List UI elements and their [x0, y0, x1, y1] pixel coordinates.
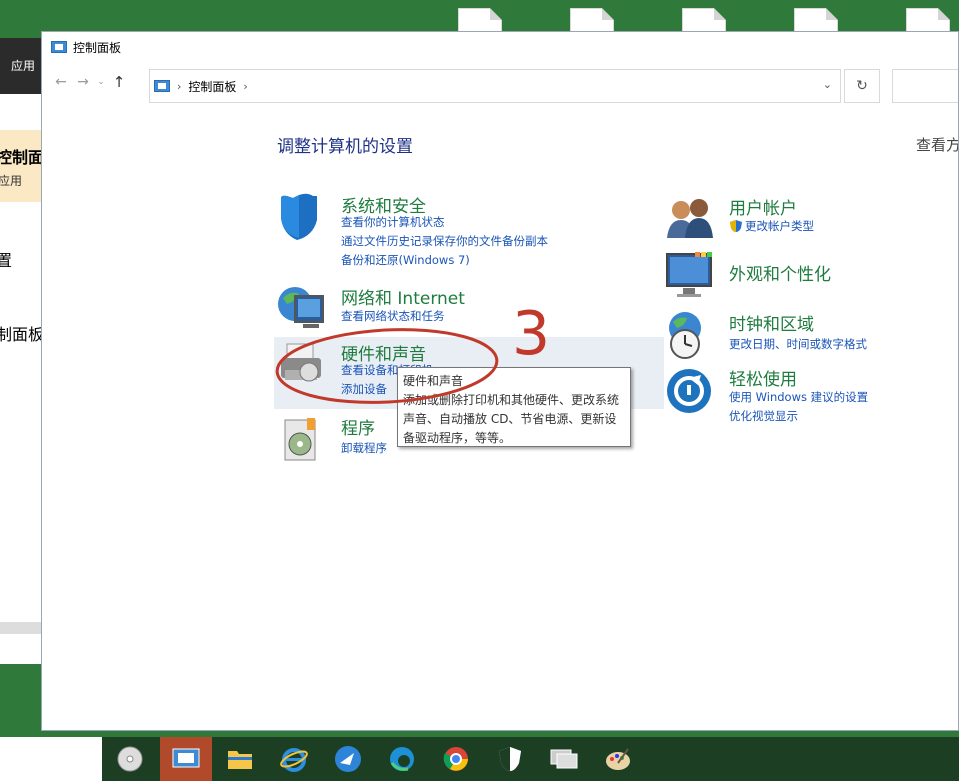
bg-item-apps[interactable]: 应用	[0, 172, 22, 189]
address-bar[interactable]: › 控制面板 › ⌄	[149, 69, 841, 103]
file-explorer-icon[interactable]	[224, 743, 256, 775]
bg-item-control-panel-2[interactable]: 制面板	[0, 321, 43, 345]
uac-shield-icon	[730, 220, 742, 232]
network-monitor-icon[interactable]	[548, 743, 580, 775]
taskbar	[0, 737, 959, 781]
search-input[interactable]	[892, 69, 958, 103]
appearance-monitor-icon[interactable]	[665, 250, 717, 300]
forward-arrow-icon[interactable]: →	[72, 74, 94, 90]
address-dropdown-icon[interactable]: ⌄	[823, 78, 832, 91]
paint-icon[interactable]	[602, 743, 634, 775]
disc-icon[interactable]	[114, 743, 146, 775]
control-panel-taskbar-icon[interactable]	[170, 743, 202, 775]
link-optimize-visual[interactable]: 优化视觉显示	[729, 408, 798, 424]
users-icon[interactable]	[665, 194, 717, 244]
bird-icon[interactable]	[332, 743, 364, 775]
category-title-ease-access[interactable]: 轻松使用	[729, 365, 797, 390]
link-change-account-type[interactable]: 更改帐户类型	[745, 218, 814, 234]
link-add-device[interactable]: 添加设备	[341, 381, 387, 397]
link-network-status[interactable]: 查看网络状态和任务	[341, 308, 445, 324]
ease-of-access-icon[interactable]	[665, 365, 717, 415]
page-heading: 调整计算机的设置	[277, 137, 413, 157]
control-panel-window: 控制面板 ← → ⌄ ↑ › 控制面板 › ⌄ ↻ 调整计算机的设置 查看方 系…	[41, 31, 959, 731]
control-panel-icon	[51, 41, 67, 53]
view-by-label[interactable]: 查看方	[916, 134, 958, 155]
shield-icon[interactable]	[277, 192, 329, 242]
edge-icon[interactable]	[386, 743, 418, 775]
title-bar: 控制面板	[42, 32, 958, 62]
link-uninstall-program[interactable]: 卸载程序	[341, 440, 387, 456]
link-backup-restore[interactable]: 备份和还原(Windows 7)	[341, 252, 470, 268]
taskbar-search-area[interactable]	[0, 737, 102, 781]
hardware-sound-tooltip: 硬件和声音 添加或删除打印机和其他硬件、更改系统声音、自动播放 CD、节省电源、…	[397, 367, 631, 447]
tooltip-title: 硬件和声音	[403, 374, 464, 388]
link-change-date-time[interactable]: 更改日期、时间或数字格式	[729, 336, 867, 352]
security-shield-icon[interactable]	[494, 743, 526, 775]
back-arrow-icon[interactable]: ←	[50, 74, 72, 90]
ie-icon[interactable]	[278, 743, 310, 775]
network-globe-icon[interactable]	[277, 284, 329, 334]
window-title: 控制面板	[73, 40, 122, 55]
refresh-icon: ↻	[856, 78, 868, 94]
programs-box-icon[interactable]	[277, 414, 329, 464]
bg-window-header: 应用	[0, 38, 43, 94]
link-view-computer-status[interactable]: 查看你的计算机状态	[341, 214, 445, 230]
link-windows-recommended[interactable]: 使用 Windows 建议的设置	[729, 389, 868, 405]
background-settings-window: 应用 控制面 应用 置 制面板	[0, 38, 44, 664]
recent-dropdown-icon[interactable]: ⌄	[94, 77, 108, 87]
address-control-panel-icon	[154, 80, 170, 92]
category-title-programs[interactable]: 程序	[341, 414, 375, 439]
breadcrumb-chevron-icon[interactable]: ›	[177, 80, 181, 93]
category-title-network[interactable]: 网络和 Internet	[341, 284, 465, 309]
tooltip-body: 添加或删除打印机和其他硬件、更改系统声音、自动播放 CD、节省电源、更新设备驱动…	[403, 393, 620, 445]
category-title-user-accounts[interactable]: 用户帐户	[729, 194, 797, 219]
category-title-appearance[interactable]: 外观和个性化	[729, 260, 831, 285]
breadcrumb-control-panel[interactable]: 控制面板	[188, 78, 236, 95]
bg-item-control-panel[interactable]: 控制面	[0, 144, 43, 168]
link-file-history[interactable]: 通过文件历史记录保存你的文件备份副本	[341, 233, 548, 249]
clock-globe-icon[interactable]	[665, 310, 717, 360]
refresh-button[interactable]: ↻	[844, 69, 880, 103]
category-title-clock-region[interactable]: 时钟和区域	[729, 310, 814, 335]
bg-item-settings[interactable]: 置	[0, 247, 12, 271]
bg-scrollbar[interactable]	[0, 622, 43, 634]
up-arrow-icon[interactable]: ↑	[108, 73, 130, 91]
printer-icon[interactable]	[277, 340, 329, 390]
breadcrumb-chevron-icon[interactable]: ›	[243, 80, 247, 93]
chrome-icon[interactable]	[440, 743, 472, 775]
